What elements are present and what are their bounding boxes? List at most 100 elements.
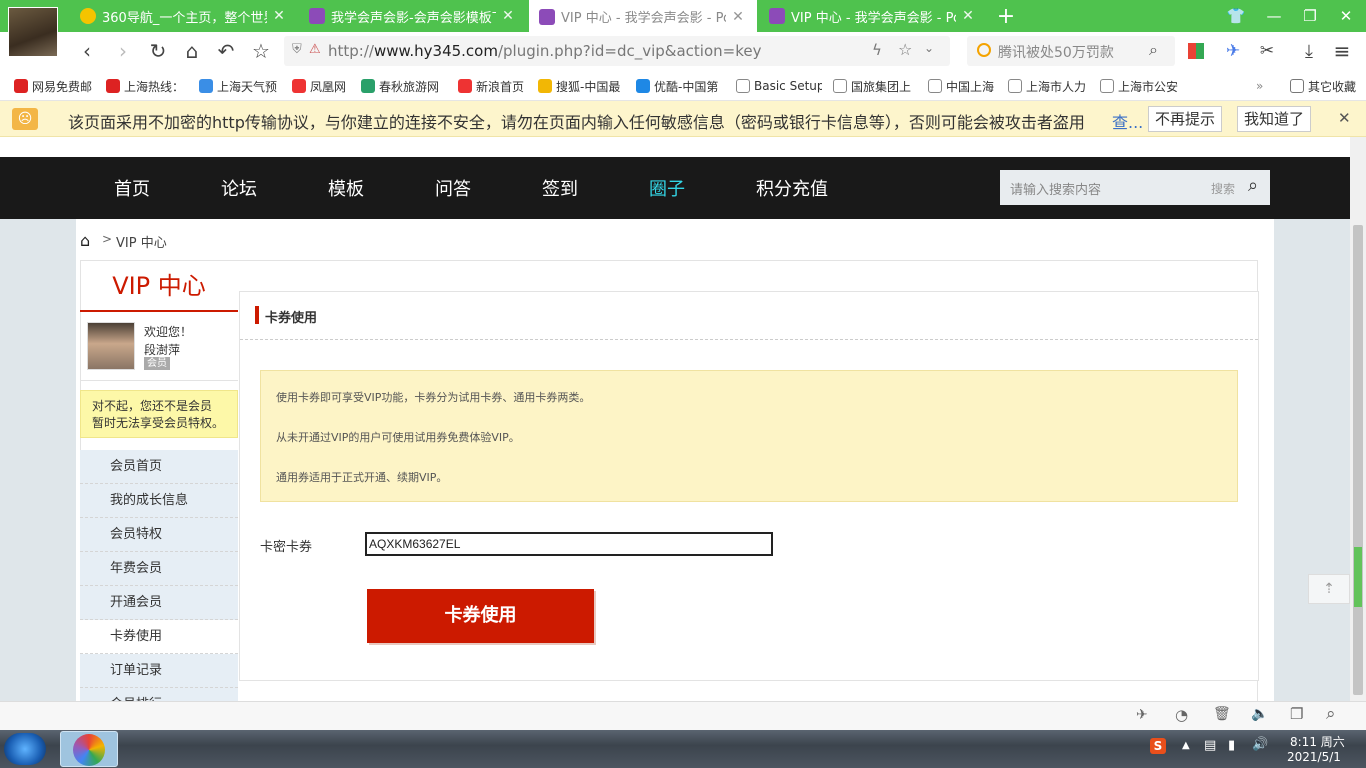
favorite-star-icon[interactable]: ☆ bbox=[246, 32, 276, 70]
avatar[interactable] bbox=[87, 322, 135, 370]
bookmark-item[interactable]: 网易免费邮 bbox=[14, 76, 94, 96]
page-icon bbox=[1008, 79, 1022, 93]
rocket-icon[interactable]: ✈ bbox=[1136, 707, 1148, 723]
tab-2[interactable]: 我学会声会影-会声会影模板下载 ✕ bbox=[299, 0, 527, 32]
close-window-icon[interactable]: ✕ bbox=[1328, 0, 1364, 32]
coupon-code-input[interactable] bbox=[365, 532, 773, 556]
volume-icon[interactable]: 🔈 bbox=[1251, 706, 1268, 722]
tray-expand-icon[interactable]: ▲ bbox=[1182, 740, 1190, 751]
tab-4[interactable]: VIP 中心 - 我学会声会影 - Pow ✕ bbox=[759, 0, 987, 32]
bookmark-item[interactable]: 优酷-中国第 bbox=[636, 76, 722, 96]
bookmark-item[interactable]: 新浪首页 bbox=[458, 76, 528, 96]
bird-icon[interactable]: ✈ bbox=[1218, 32, 1248, 70]
speed-icon[interactable]: ◔ bbox=[1175, 706, 1188, 724]
undo-icon[interactable]: ↶ bbox=[211, 32, 241, 70]
tab-close-icon[interactable]: ✕ bbox=[267, 8, 291, 24]
nav-points-recharge[interactable]: 积分充值 bbox=[756, 175, 828, 201]
back-icon[interactable]: ‹ bbox=[72, 32, 102, 70]
use-coupon-button[interactable]: 卡券使用 bbox=[367, 589, 594, 643]
menu-item-orders[interactable]: 订单记录 bbox=[80, 654, 238, 688]
tab-1[interactable]: 360导航_一个主页，整个世界 ✕ bbox=[70, 0, 298, 32]
menu-icon[interactable]: ≡ bbox=[1327, 32, 1357, 70]
scrollbar-thumb[interactable] bbox=[1353, 225, 1363, 695]
nav-templates[interactable]: 模板 bbox=[328, 175, 364, 201]
input-method-icon[interactable]: S bbox=[1150, 738, 1166, 754]
bookmark-item[interactable]: 中国上海 bbox=[928, 76, 998, 96]
bookmark-item[interactable]: 春秋旅游网 bbox=[361, 76, 447, 96]
restore-icon[interactable]: ❐ bbox=[1292, 0, 1328, 32]
network-icon[interactable]: ▮ bbox=[1228, 738, 1235, 753]
search-box[interactable]: 腾讯被处50万罚款 ⌕ bbox=[967, 36, 1175, 66]
apps-icon[interactable] bbox=[1188, 43, 1204, 59]
site-search-input[interactable]: 请输入搜索内容 bbox=[1010, 179, 1101, 198]
security-warning-bar: ☹ 该页面采用不加密的http传输协议，与你建立的连接不安全，请勿在页面内输入任… bbox=[0, 101, 1366, 137]
tab-3[interactable]: VIP 中心 - 我学会声会影 - Pow ✕ bbox=[529, 0, 757, 33]
close-icon[interactable]: ✕ bbox=[1338, 109, 1351, 127]
nav-qa[interactable]: 问答 bbox=[435, 175, 471, 201]
menu-item-growth[interactable]: 我的成长信息 bbox=[80, 484, 238, 518]
address-url[interactable]: http://www.hy345.com/plugin.php?id=dc_vi… bbox=[328, 42, 761, 60]
search-icon[interactable]: ⌕ bbox=[1149, 40, 1158, 60]
warning-link[interactable]: 查... bbox=[1112, 109, 1143, 133]
got-it-button[interactable]: 我知道了 bbox=[1237, 106, 1312, 132]
home-icon[interactable]: ⌂ bbox=[177, 32, 207, 70]
new-tab-button[interactable]: + bbox=[988, 0, 1024, 32]
clock-time[interactable]: 8:11 周六 bbox=[1290, 733, 1345, 750]
tab-bar: 360导航_一个主页，整个世界 ✕ 我学会声会影-会声会影模板下载 ✕ VIP … bbox=[0, 0, 1366, 57]
site-search[interactable]: 请输入搜索内容 搜索 ⌕ bbox=[1000, 170, 1270, 205]
nav-circle[interactable]: 圈子 bbox=[649, 175, 685, 201]
chevron-down-icon[interactable]: ⌄ bbox=[924, 41, 934, 55]
shirt-icon[interactable]: 👕 bbox=[1218, 0, 1254, 32]
download-icon[interactable]: ⤓ bbox=[1294, 32, 1324, 70]
breadcrumb-current[interactable]: VIP 中心 bbox=[116, 232, 167, 251]
insecure-icon[interactable]: ⚠ bbox=[309, 42, 321, 57]
clock-date[interactable]: 2021/5/1 bbox=[1287, 750, 1341, 764]
bookmark-item[interactable]: 上海市人力 bbox=[1008, 76, 1088, 96]
bookmark-item[interactable]: Basic Setup bbox=[736, 76, 822, 96]
lightning-icon[interactable]: ϟ bbox=[872, 41, 882, 59]
dont-show-button[interactable]: 不再提示 bbox=[1148, 106, 1223, 132]
scrollbar[interactable] bbox=[1350, 137, 1366, 701]
tab-close-icon[interactable]: ✕ bbox=[496, 8, 520, 24]
scissors-icon[interactable]: ✂ bbox=[1252, 32, 1282, 70]
speaker-icon[interactable]: 🔊 bbox=[1252, 737, 1268, 752]
username[interactable]: 段澍萍 bbox=[144, 341, 180, 358]
bookmark-item[interactable]: 上海天气预 bbox=[199, 76, 281, 96]
nav-home[interactable]: 首页 bbox=[114, 175, 150, 201]
nav-checkin[interactable]: 签到 bbox=[542, 175, 578, 201]
bookmark-item[interactable]: 搜狐-中国最 bbox=[538, 76, 624, 96]
browser-taskbar-button[interactable] bbox=[60, 731, 118, 767]
trash-icon[interactable]: 🗑 bbox=[1213, 706, 1231, 722]
forward-icon[interactable]: › bbox=[108, 32, 138, 70]
tab-close-icon[interactable]: ✕ bbox=[956, 8, 980, 24]
divider bbox=[240, 339, 1258, 340]
search-icon[interactable]: ⌕ bbox=[1248, 175, 1258, 196]
more-bookmarks-button[interactable]: » bbox=[1256, 76, 1263, 96]
menu-item-privileges[interactable]: 会员特权 bbox=[80, 518, 238, 552]
user-avatar[interactable] bbox=[8, 7, 58, 57]
menu-item-annual[interactable]: 年费会员 bbox=[80, 552, 238, 586]
bookmark-item[interactable]: 凤凰网 bbox=[292, 76, 352, 96]
menu-item-member-home[interactable]: 会员首页 bbox=[80, 450, 238, 484]
other-bookmarks[interactable]: 其它收藏 bbox=[1290, 76, 1356, 96]
nav-forum[interactable]: 论坛 bbox=[221, 175, 257, 201]
refresh-icon[interactable]: ↻ bbox=[143, 32, 173, 70]
start-button[interactable] bbox=[4, 733, 46, 765]
zoom-icon[interactable]: ⌕ bbox=[1326, 704, 1336, 724]
bookmark-item[interactable]: 上海市公安 bbox=[1100, 76, 1180, 96]
address-bar[interactable]: ⛨ ⚠ http://www.hy345.com/plugin.php?id=d… bbox=[284, 36, 950, 66]
page-icon bbox=[1100, 79, 1114, 93]
menu-item-open[interactable]: 开通会员 bbox=[80, 586, 238, 620]
tab-close-icon[interactable]: ✕ bbox=[726, 9, 750, 25]
bookmark-item[interactable]: 国旅集团上 bbox=[833, 76, 915, 96]
back-to-top-icon[interactable]: ⇡ bbox=[1308, 574, 1350, 604]
minimize-icon[interactable]: — bbox=[1256, 0, 1292, 32]
site-search-label[interactable]: 搜索 bbox=[1211, 180, 1235, 197]
bookmark-item[interactable]: 上海热线： bbox=[106, 76, 186, 96]
window-icon[interactable]: ❐ bbox=[1290, 705, 1303, 723]
bookmark-star-icon[interactable]: ☆ bbox=[898, 40, 912, 59]
home-icon[interactable]: ⌂ bbox=[80, 231, 90, 250]
device-icon[interactable]: ▤ bbox=[1204, 738, 1216, 753]
info-line: 使用卡券即可享受VIP功能，卡券分为试用卡券、通用卡券两类。 bbox=[276, 391, 591, 404]
menu-item-coupon[interactable]: 卡券使用 bbox=[80, 620, 238, 654]
